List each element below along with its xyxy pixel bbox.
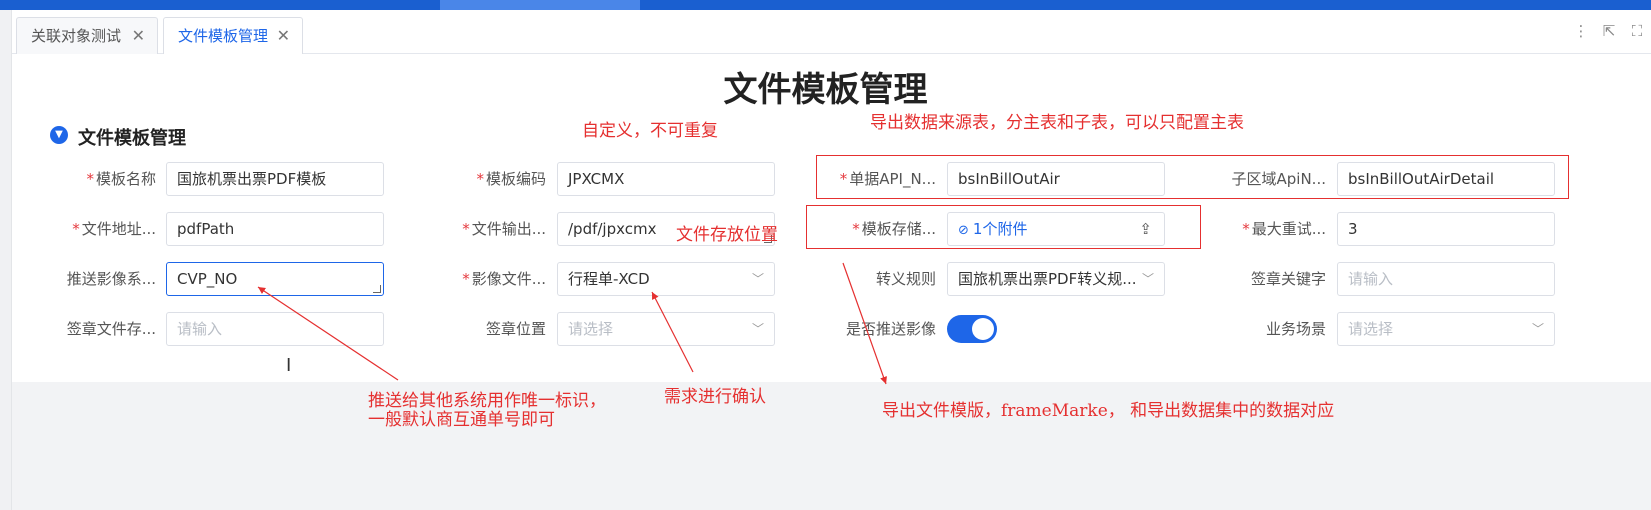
max-retry-input[interactable]: 3: [1337, 212, 1555, 246]
sign-position-placeholder: 请选择: [568, 320, 614, 338]
annotation-box-api: [816, 155, 1569, 199]
page-title: 文件模板管理: [723, 70, 928, 110]
chevron-down-icon: ﹀: [751, 272, 764, 286]
annotation-box-storage: [806, 205, 1201, 249]
close-icon[interactable]: ✕: [277, 18, 290, 54]
sign-position-select[interactable]: 请选择 ﹀: [557, 312, 775, 346]
push-image-system-textarea[interactable]: CVP_NO: [166, 262, 384, 296]
image-file-label: * 影像文件...: [462, 270, 546, 288]
file-output-label: * 文件输出...: [462, 220, 546, 238]
tab-label: 关联对象测试: [31, 27, 122, 45]
sign-file-store-label: 签章文件存...: [66, 320, 156, 338]
top-brand-bar: [0, 0, 1651, 10]
tab-bar: 关联对象测试 ✕ 文件模板管理 ✕ ⋮ ⇱ ⛶: [12, 10, 1651, 55]
sign-keyword-input[interactable]: 请输入: [1337, 262, 1555, 296]
collapse-icon[interactable]: ⇱: [1599, 22, 1619, 40]
template-name-input[interactable]: 国旅机票出票PDF模板: [166, 162, 384, 196]
push-image-toggle[interactable]: [947, 315, 997, 343]
template-name-label: * 模板名称: [86, 170, 156, 188]
section-title: 文件模板管理: [78, 128, 186, 149]
file-output-value: /pdf/jpxcmx: [568, 220, 657, 238]
chevron-down-icon: ﹀: [1141, 272, 1154, 286]
business-scene-placeholder: 请选择: [1348, 320, 1394, 338]
chevron-down-icon: ﹀: [751, 322, 764, 336]
fullscreen-icon[interactable]: ⛶: [1627, 22, 1647, 40]
image-file-value: 行程单-XCD: [568, 270, 650, 288]
more-icon[interactable]: ⋮: [1571, 22, 1591, 40]
annotation-export-template: 导出文件模版，frameMarke， 和导出数据集中的数据对应: [882, 401, 1335, 421]
template-code-input[interactable]: JPXCMX: [557, 162, 775, 196]
top-bar-highlight: [440, 0, 640, 10]
collapse-caret-icon[interactable]: ▼: [50, 126, 68, 144]
template-code-label: * 模板编码: [476, 170, 546, 188]
annotation-unique-id-line2: 一般默认商互通单号即可: [368, 410, 555, 430]
tab-file-template-management[interactable]: 文件模板管理 ✕: [163, 17, 303, 55]
push-image-value: CVP_NO: [177, 270, 238, 288]
business-scene-select[interactable]: 请选择 ﹀: [1337, 312, 1555, 346]
resize-handle-icon[interactable]: [373, 285, 381, 293]
image-file-select[interactable]: 行程单-XCD ﹀: [557, 262, 775, 296]
tab-label: 文件模板管理: [178, 27, 269, 45]
annotation-custom-unique: 自定义，不可重复: [582, 121, 718, 141]
chevron-down-icon: ﹀: [1531, 322, 1544, 336]
toggle-knob: [972, 318, 994, 340]
file-address-label: * 文件地址...: [72, 220, 156, 238]
max-retry-label: * 最大重试...: [1242, 220, 1326, 238]
sign-keyword-label: 签章关键字: [1250, 270, 1326, 288]
close-icon[interactable]: ✕: [132, 18, 145, 54]
annotation-data-source: 导出数据来源表，分主表和子表，可以只配置主表: [870, 113, 1244, 133]
tab-related-object-test[interactable]: 关联对象测试 ✕: [16, 17, 158, 54]
push-image-system-label: 推送影像系...: [66, 270, 156, 288]
sign-position-label: 签章位置: [485, 320, 546, 338]
push-flag-label: 是否推送影像: [845, 320, 936, 338]
text-cursor-icon: I: [286, 355, 292, 376]
file-address-input[interactable]: pdfPath: [166, 212, 384, 246]
annotation-file-location: 文件存放位置: [676, 225, 778, 245]
escape-rule-label: 转义规则: [875, 270, 936, 288]
escape-rule-value: 国旅机票出票PDF转义规...: [958, 270, 1137, 288]
page-background: [12, 382, 1651, 510]
business-scene-label: 业务场景: [1265, 320, 1326, 338]
escape-rule-select[interactable]: 国旅机票出票PDF转义规... ﹀: [947, 262, 1165, 296]
annotation-confirm: 需求进行确认: [664, 387, 766, 407]
sign-file-store-input[interactable]: 请输入: [166, 312, 384, 346]
